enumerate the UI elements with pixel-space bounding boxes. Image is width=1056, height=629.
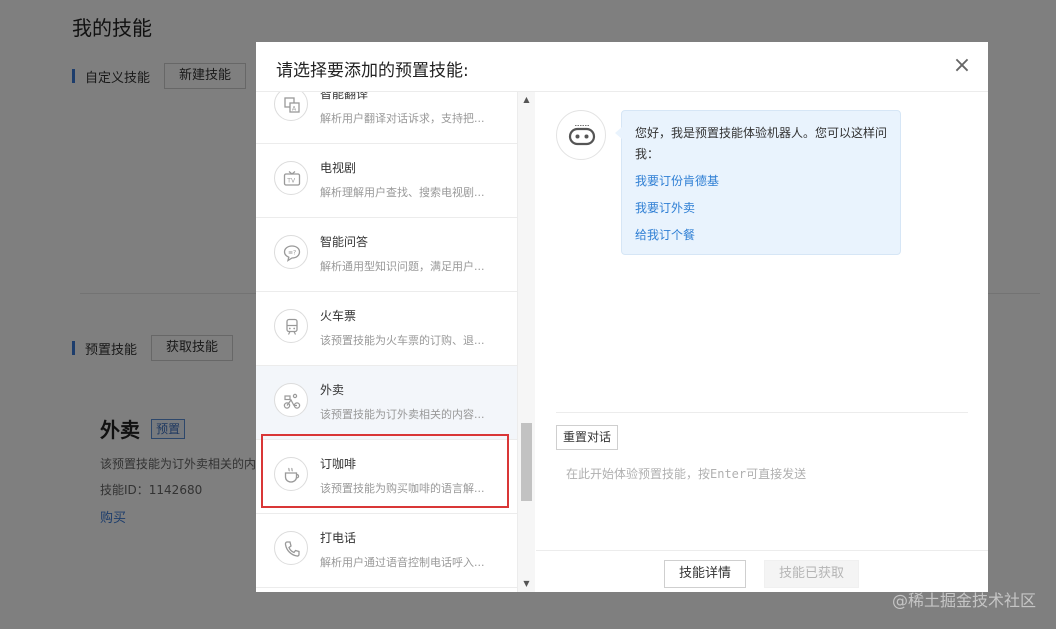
skill-item-name: 火车票 <box>320 309 357 323</box>
scroll-thumb[interactable] <box>521 423 532 501</box>
tv-icon: TV <box>274 161 308 195</box>
chat-divider <box>556 412 968 413</box>
translate-icon: A <box>274 92 308 121</box>
skill-item-desc: 该预置技能为火车票的订购、退... <box>320 334 485 347</box>
svg-text:TV: TV <box>286 178 296 185</box>
bot-message-bubble: 您好，我是预置技能体验机器人。您可以这样问我： 我要订份肯德基 我要订外卖 给我… <box>615 110 901 255</box>
coffee-icon <box>274 457 308 491</box>
skill-item-desc: 解析通用型知识问题，满足用户... <box>320 260 485 273</box>
bot-greeting: 您好，我是预置技能体验机器人。您可以这样问我： <box>635 126 888 161</box>
skill-item-desc: 解析用户通过语音控制电话呼入... <box>320 556 485 569</box>
phone-icon <box>274 531 308 565</box>
qa-icon: ≡? <box>274 235 308 269</box>
watermark: @稀土掘金技术社区 <box>891 591 1036 610</box>
select-preset-skill-dialog: 请选择要添加的预置技能: × A 智能翻译 解析用户翻译对话诉求，支持把... … <box>256 42 988 592</box>
list-item-qa[interactable]: ≡? 智能问答 解析通用型知识问题，满足用户... <box>256 218 517 292</box>
list-item-delivery[interactable]: 外卖 该预置技能为订外卖相关的内容... <box>256 366 517 440</box>
skill-details-button[interactable]: 技能详情 <box>664 560 747 588</box>
list-item-coffee[interactable]: 订咖啡 该预置技能为购买咖啡的语言解... <box>256 440 517 514</box>
delivery-icon <box>274 383 308 417</box>
reset-dialog-button[interactable]: 重置对话 <box>556 425 619 450</box>
svg-text:≡?: ≡? <box>288 250 296 257</box>
skill-item-desc: 该预置技能为订外卖相关的内容... <box>320 408 485 421</box>
skill-item-name: 外卖 <box>320 383 345 397</box>
suggestion-link[interactable]: 我要订份肯德基 <box>635 171 887 192</box>
skill-item-name: 智能问答 <box>320 235 369 249</box>
chat-input[interactable] <box>566 465 966 483</box>
scroll-up-arrow-icon[interactable]: ▲ <box>518 92 535 108</box>
dialog-header: 请选择要添加的预置技能: × <box>256 42 988 92</box>
skill-preview-chat: 您好，我是预置技能体验机器人。您可以这样问我： 我要订份肯德基 我要订外卖 给我… <box>536 92 988 550</box>
skill-item-desc: 该预置技能为购买咖啡的语言解... <box>320 482 485 495</box>
skill-item-name: 电视剧 <box>320 161 357 175</box>
dialog-title: 请选择要添加的预置技能: <box>276 61 469 81</box>
skill-list-scrollbar[interactable]: ▲ ▼ <box>518 92 535 592</box>
skill-acquired-button: 技能已获取 <box>764 560 860 588</box>
list-item-train-ticket[interactable]: 火车票 该预置技能为火车票的订购、退... <box>256 292 517 366</box>
skill-item-desc: 解析用户翻译对话诉求，支持把... <box>320 112 485 125</box>
skill-item-name: 订咖啡 <box>320 457 357 471</box>
list-item-phone-call[interactable]: 打电话 解析用户通过语音控制电话呼入... <box>256 514 517 588</box>
scroll-down-arrow-icon[interactable]: ▼ <box>518 576 535 592</box>
suggestion-link[interactable]: 我要订外卖 <box>635 198 887 219</box>
skill-item-desc: 解析理解用户查找、搜索电视剧... <box>320 186 485 199</box>
preset-skill-list: A 智能翻译 解析用户翻译对话诉求，支持把... TV 电视剧 解析理解用户查找… <box>256 92 518 592</box>
list-item-tv-series[interactable]: TV 电视剧 解析理解用户查找、搜索电视剧... <box>256 144 517 218</box>
skill-item-name: 打电话 <box>320 531 357 545</box>
close-icon[interactable]: × <box>952 55 972 77</box>
suggestion-link[interactable]: 给我订个餐 <box>635 225 887 246</box>
robot-icon <box>556 110 606 160</box>
dialog-footer: 技能详情 技能已获取 <box>536 550 988 592</box>
skill-item-name: 智能翻译 <box>320 92 369 101</box>
list-item-translate[interactable]: A 智能翻译 解析用户翻译对话诉求，支持把... <box>256 92 517 144</box>
train-icon <box>274 309 308 343</box>
